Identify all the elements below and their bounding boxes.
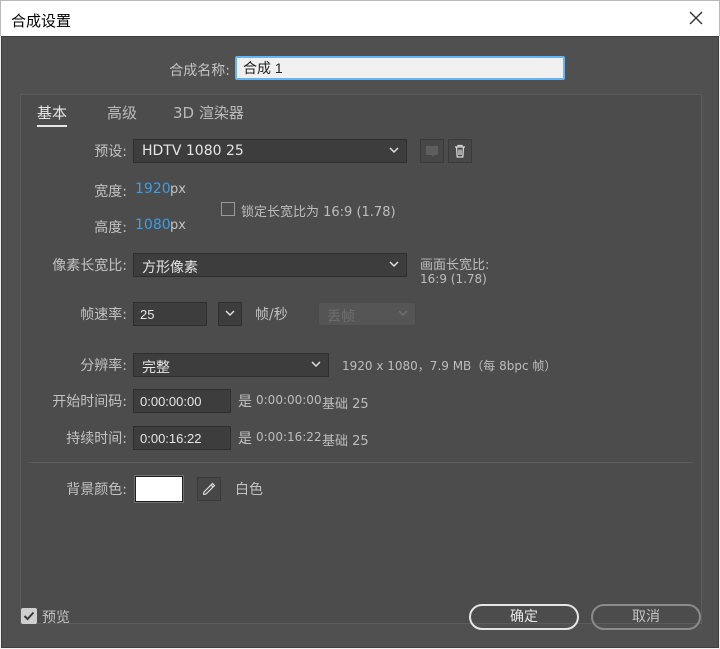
lock-aspect-label: 锁定长宽比为 16:9 (1.78) — [241, 205, 396, 220]
chevron-down-icon — [389, 261, 399, 268]
frame-rate-unit: 帧/秒 — [255, 307, 288, 323]
eyedropper-button[interactable] — [197, 477, 221, 501]
duration-input[interactable] — [133, 426, 231, 450]
checkmark-icon — [23, 611, 35, 621]
height-unit: px — [170, 218, 186, 233]
pixel-aspect-label: 像素长宽比: — [52, 258, 127, 274]
chevron-down-icon — [389, 147, 399, 154]
background-color-label: 背景颜色: — [66, 482, 127, 498]
height-value[interactable]: 1080 — [135, 217, 171, 233]
height-label: 高度: — [94, 220, 127, 236]
composition-name-input[interactable] — [235, 56, 565, 80]
ok-button[interactable]: 确定 — [469, 604, 579, 630]
background-color-name: 白色 — [235, 482, 263, 498]
resolution-label: 分辨率: — [80, 358, 127, 374]
tab-basic[interactable]: 基本 — [37, 102, 68, 127]
divider — [29, 462, 693, 463]
tab-advanced[interactable]: 高级 — [107, 102, 137, 123]
lock-aspect-checkbox[interactable] — [221, 202, 235, 216]
preset-select[interactable]: HDTV 1080 25 — [133, 139, 407, 163]
delete-preset-button[interactable] — [448, 139, 472, 163]
preset-value: HDTV 1080 25 — [142, 143, 244, 159]
background-color-swatch[interactable] — [134, 475, 184, 503]
start-timecode-note-base: 基础 25 — [322, 397, 369, 412]
width-unit: px — [170, 182, 186, 197]
chevron-down-icon — [311, 361, 321, 368]
preview-label: 预览 — [42, 610, 70, 626]
chevron-down-icon — [225, 310, 235, 317]
resolution-select[interactable]: 完整 — [133, 353, 329, 377]
duration-label: 持续时间: — [66, 431, 127, 447]
close-icon — [689, 11, 703, 25]
duration-note-time: 0:00:16:22 — [256, 430, 322, 444]
close-button[interactable] — [685, 7, 707, 29]
resolution-info: 1920 x 1080，7.9 MB（每 8bpc 帧） — [342, 359, 557, 373]
frame-rate-dropdown[interactable] — [218, 302, 242, 326]
frame-aspect-label: 画面长宽比: — [420, 258, 490, 273]
start-timecode-is: 是 — [238, 394, 252, 410]
tab-3d-renderer[interactable]: 3D 渲染器 — [173, 102, 244, 123]
save-preset-icon — [426, 146, 438, 157]
start-timecode-label: 开始时间码: — [52, 394, 127, 410]
frame-aspect-value: 16:9 (1.78) — [420, 272, 487, 286]
chevron-down-icon — [398, 310, 408, 317]
resolution-value: 完整 — [142, 360, 170, 376]
drop-frame-select: 丢帧 — [318, 302, 416, 326]
drop-frame-value: 丢帧 — [327, 309, 355, 325]
preview-checkbox[interactable] — [21, 608, 37, 624]
title-bar: 合成设置 — [0, 0, 720, 36]
eyedropper-icon — [202, 482, 216, 496]
duration-is: 是 — [238, 431, 252, 447]
width-value[interactable]: 1920 — [135, 181, 171, 197]
duration-note-base: 基础 25 — [322, 434, 369, 449]
trash-icon — [455, 144, 465, 158]
width-label: 宽度: — [94, 184, 127, 200]
frame-rate-label: 帧速率: — [80, 307, 127, 323]
start-timecode-note-time: 0:00:00:00 — [256, 393, 322, 407]
frame-rate-input[interactable] — [133, 302, 207, 326]
settings-panel: 基本 高级 3D 渲染器 预设: HDTV 1080 25 宽度: 1920 p… — [20, 94, 702, 624]
pixel-aspect-value: 方形像素 — [142, 260, 198, 276]
composition-name-label: 合成名称: — [169, 63, 230, 79]
window-title: 合成设置 — [11, 12, 72, 30]
composition-settings-dialog: 合成名称: 基本 高级 3D 渲染器 预设: HDTV 1080 25 宽度: … — [1, 36, 719, 648]
pixel-aspect-select[interactable]: 方形像素 — [133, 253, 407, 277]
save-preset-button[interactable] — [420, 139, 444, 163]
cancel-button[interactable]: 取消 — [591, 604, 701, 630]
start-timecode-input[interactable] — [133, 389, 231, 413]
preset-label: 预设: — [94, 144, 127, 160]
